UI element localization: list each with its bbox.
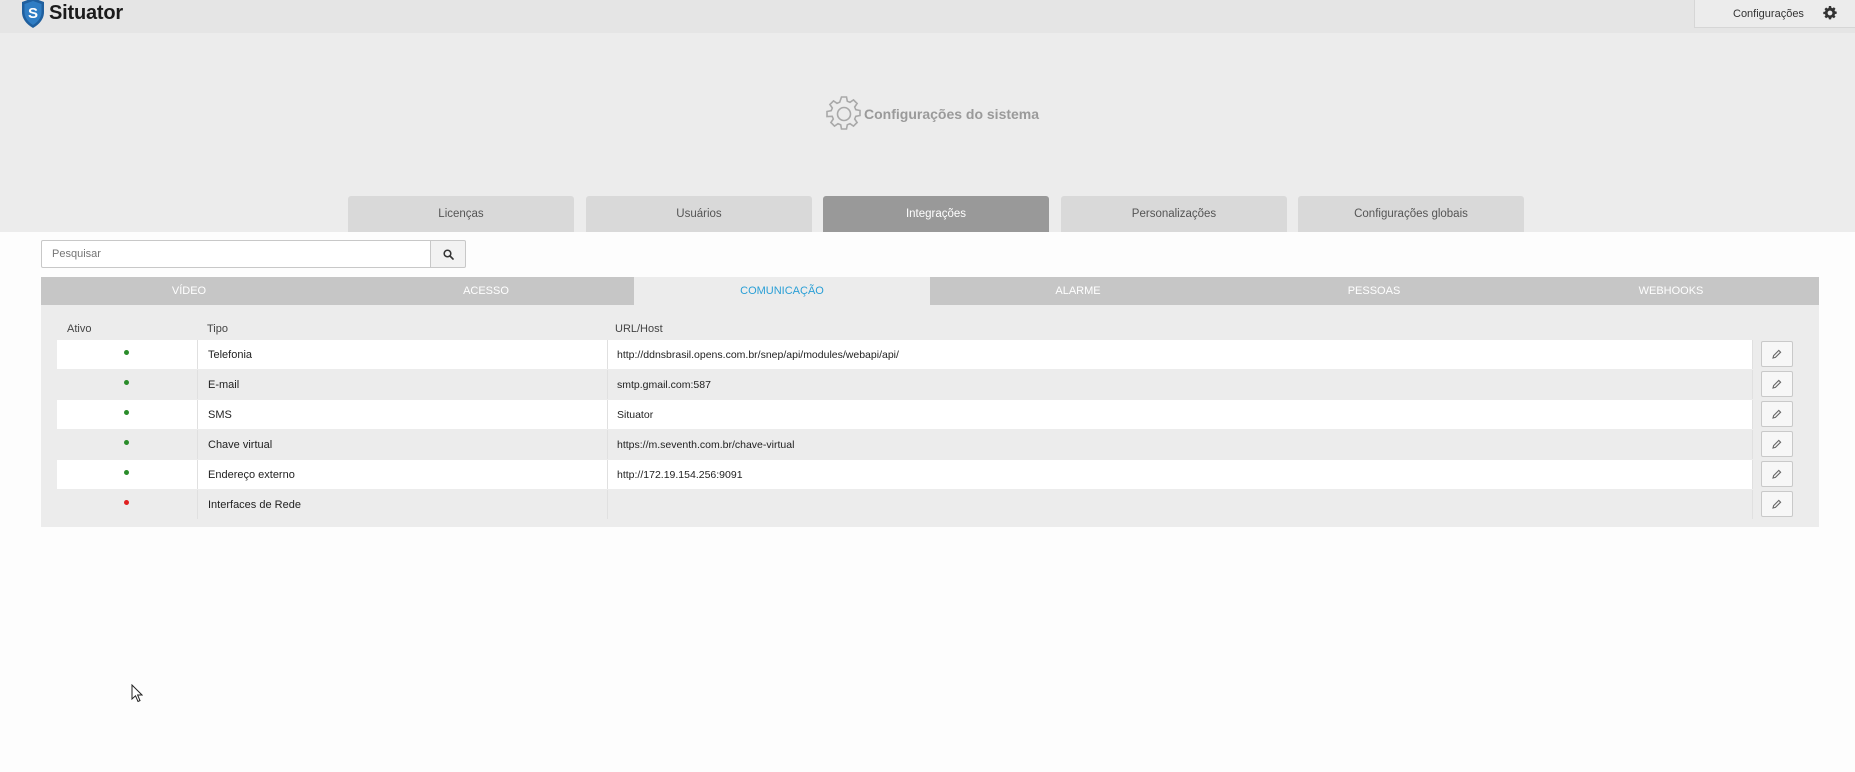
status-active-dot [124, 380, 129, 385]
pencil-icon [1772, 349, 1782, 359]
cell-tipo: Chave virtual [208, 439, 273, 451]
communication-table: Ativo Tipo URL/Host Telefonia http://ddn… [41, 305, 1819, 527]
edit-button[interactable] [1761, 371, 1793, 397]
tab-usuarios[interactable]: Usuários [586, 196, 812, 232]
subtab-acesso[interactable]: ACESSO [338, 277, 634, 305]
status-active-dot [124, 410, 129, 415]
subtab-alarme[interactable]: ALARME [930, 277, 1226, 305]
pencil-icon [1772, 469, 1782, 479]
cell-tipo: Endereço externo [208, 469, 295, 481]
subtab-pessoas[interactable]: PESSOAS [1226, 277, 1522, 305]
cell-tipo: SMS [208, 409, 232, 421]
shield-logo-icon: S [22, 0, 44, 28]
column-header-tipo: Tipo [207, 323, 228, 335]
pencil-icon [1772, 379, 1782, 389]
top-bar: S Situator Configurações [0, 0, 1855, 34]
search-icon [443, 249, 454, 260]
table-row[interactable]: Endereço externo http://172.19.154.256:9… [57, 460, 1753, 489]
edit-button[interactable] [1761, 491, 1793, 517]
pencil-icon [1772, 409, 1782, 419]
tab-integracoes[interactable]: Integrações [823, 196, 1049, 232]
pencil-icon [1772, 499, 1782, 509]
tab-personalizacoes[interactable]: Personalizações [1061, 196, 1287, 232]
table-row[interactable]: Chave virtual https://m.seventh.com.br/c… [57, 430, 1753, 459]
edit-button[interactable] [1761, 401, 1793, 427]
subtab-webhooks[interactable]: WEBHOOKS [1523, 277, 1819, 305]
table-row[interactable]: E-mail smtp.gmail.com:587 [57, 370, 1753, 399]
settings-button[interactable]: Configurações [1694, 0, 1855, 28]
status-inactive-dot [124, 500, 129, 505]
page-title-text: Configurações do sistema [864, 106, 1040, 122]
edit-button[interactable] [1761, 431, 1793, 457]
mouse-cursor-icon [131, 684, 143, 703]
app-logo[interactable]: S Situator [20, 0, 123, 30]
cell-url: https://m.seventh.com.br/chave-virtual [617, 439, 795, 451]
subtab-video[interactable]: VÍDEO [41, 277, 337, 305]
cell-url: smtp.gmail.com:587 [617, 379, 711, 391]
search-button[interactable] [430, 240, 466, 268]
pencil-icon [1772, 439, 1782, 449]
gear-icon [1823, 6, 1837, 20]
settings-gear-icon [826, 96, 861, 130]
tab-configuracoes-globais[interactable]: Configurações globais [1298, 196, 1524, 232]
search-input[interactable] [41, 240, 431, 268]
column-header-ativo: Ativo [67, 323, 92, 335]
status-active-dot [124, 440, 129, 445]
status-active-dot [124, 350, 129, 355]
edit-button[interactable] [1761, 461, 1793, 487]
cell-url: Situator [617, 409, 654, 421]
page-title: Configurações do sistema [824, 93, 1039, 135]
cell-tipo: Interfaces de Rede [208, 499, 301, 511]
subtab-comunicacao[interactable]: COMUNICAÇÃO [634, 277, 930, 305]
tab-licencas[interactable]: Licenças [348, 196, 574, 232]
cell-url: http://172.19.154.256:9091 [617, 469, 743, 481]
settings-label: Configurações [1733, 8, 1804, 20]
integration-subtabs: VÍDEO ACESSO COMUNICAÇÃO ALARME PESSOAS … [41, 277, 1819, 305]
table-row[interactable]: SMS Situator [57, 400, 1753, 429]
status-active-dot [124, 470, 129, 475]
cell-url: http://ddnsbrasil.opens.com.br/snep/api/… [617, 349, 899, 361]
app-name: Situator [49, 1, 123, 24]
column-header-url: URL/Host [615, 323, 663, 335]
cell-tipo: Telefonia [208, 349, 253, 361]
table-row[interactable]: Telefonia http://ddnsbrasil.opens.com.br… [57, 340, 1753, 369]
edit-button[interactable] [1761, 341, 1793, 367]
svg-text:S: S [28, 5, 38, 22]
cell-tipo: E-mail [208, 379, 240, 391]
table-row[interactable]: Interfaces de Rede [57, 490, 1753, 519]
